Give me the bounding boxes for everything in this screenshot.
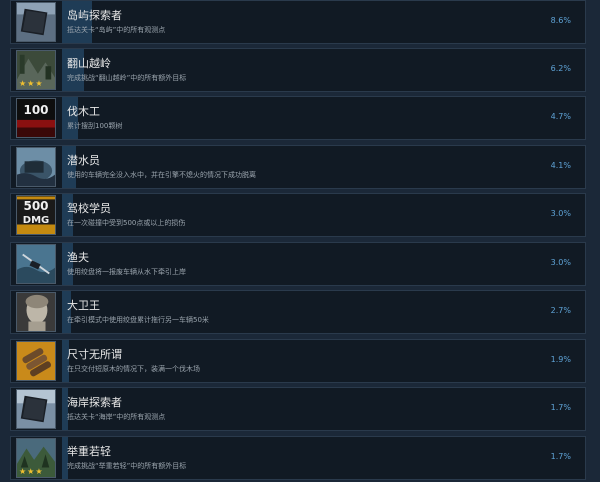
unlock-percentage: 1.9%: [550, 355, 571, 364]
achievement-description: 抵达关卡“海岸”中的所有观测点: [67, 413, 166, 421]
unlock-percentage: 1.7%: [550, 403, 571, 412]
achievement-row[interactable]: 岛屿探索者抵达关卡“岛屿”中的所有观测点 8.6%: [10, 0, 586, 44]
achievement-title: 翻山越岭: [67, 57, 111, 70]
fisherman-winch-icon: [16, 244, 56, 284]
lumberjack-100-icon: 100: [16, 98, 56, 138]
achievement-title: 尺寸无所谓: [67, 348, 122, 361]
icon-subcaption: DMG: [22, 215, 50, 226]
unlock-percentage: 3.0%: [550, 209, 571, 218]
mountain-stars-icon: ★★★: [16, 50, 56, 90]
achievement-description: 使用的车辆完全没入水中，并在引擎不熄火的情况下成功脱离: [67, 171, 256, 179]
achievement-title: 岛屿探索者: [67, 9, 122, 22]
achievement-title: 渔夫: [67, 251, 89, 264]
achievement-description: 在一次碰撞中受到500点或以上的损伤: [67, 219, 186, 227]
achievement-row[interactable]: DMG 500 驾校学员在一次碰撞中受到500点或以上的损伤 3.0%: [10, 193, 586, 237]
achievement-title: 驾校学员: [67, 202, 111, 215]
short-logs-icon: [16, 341, 56, 381]
achievement-row[interactable]: 海岸探索者抵达关卡“海岸”中的所有观测点 1.7%: [10, 387, 586, 431]
achievement-description: 在牵引模式中使用绞盘累计拖行另一车辆50米: [67, 316, 209, 324]
achievement-row[interactable]: 潜水员使用的车辆完全没入水中，并在引擎不熄火的情况下成功脱离 4.1%: [10, 145, 586, 189]
unlock-percentage: 3.0%: [550, 258, 571, 267]
icon-caption: 500: [23, 199, 49, 213]
achievement-title: 潜水员: [67, 154, 100, 167]
achievement-row[interactable]: 大卫王在牵引模式中使用绞盘累计拖行另一车辆50米 2.7%: [10, 290, 586, 334]
achievement-row[interactable]: ★★★ 举重若轻完成挑战“举重若轻”中的所有额外目标 1.7%: [10, 436, 586, 480]
flag-icon: [16, 2, 56, 42]
achievement-row[interactable]: 尺寸无所谓在只交付短原木的情况下，装满一个伐木场 1.9%: [10, 339, 586, 383]
achievement-title: 海岸探索者: [67, 396, 122, 409]
unlock-percentage: 6.2%: [550, 64, 571, 73]
achievement-row[interactable]: 100 伐木工累计搜刮100颗树 4.7%: [10, 96, 586, 140]
star-rating-icon: ★★★: [19, 467, 44, 476]
coast-flag-icon: [16, 389, 56, 429]
achievement-description: 抵达关卡“岛屿”中的所有观测点: [67, 26, 166, 34]
david-statue-icon: [16, 292, 56, 332]
icon-caption: 100: [23, 103, 49, 117]
achievement-description: 完成挑战“翻山越岭”中的所有额外目标: [67, 74, 187, 82]
forest-stars-icon: ★★★: [16, 438, 56, 478]
unlock-percentage: 2.7%: [550, 306, 571, 315]
unlock-percentage: 4.1%: [550, 161, 571, 170]
achievement-title: 大卫王: [67, 299, 100, 312]
achievement-title: 举重若轻: [67, 445, 111, 458]
achievement-row[interactable]: 渔夫使用绞盘将一报废车辆从水下牵引上岸 3.0%: [10, 242, 586, 286]
unlock-percentage: 8.6%: [550, 16, 571, 25]
achievement-title: 伐木工: [67, 105, 100, 118]
unlock-percentage: 4.7%: [550, 112, 571, 121]
achievement-row[interactable]: ★★★ 翻山越岭完成挑战“翻山越岭”中的所有额外目标 6.2%: [10, 48, 586, 92]
achievement-description: 使用绞盘将一报废车辆从水下牵引上岸: [67, 268, 186, 276]
star-rating-icon: ★★★: [19, 79, 44, 88]
achievement-description: 累计搜刮100颗树: [67, 122, 123, 130]
damage-500-icon: DMG 500: [16, 195, 56, 235]
diver-truck-icon: [16, 147, 56, 187]
achievement-list: 岛屿探索者抵达关卡“岛屿”中的所有观测点 8.6% ★★★ 翻山越岭完成挑战“翻山越岭…: [0, 0, 600, 482]
unlock-percentage: 1.7%: [550, 452, 571, 461]
achievement-description: 完成挑战“举重若轻”中的所有额外目标: [67, 462, 187, 470]
achievement-description: 在只交付短原木的情况下，装满一个伐木场: [67, 365, 200, 373]
